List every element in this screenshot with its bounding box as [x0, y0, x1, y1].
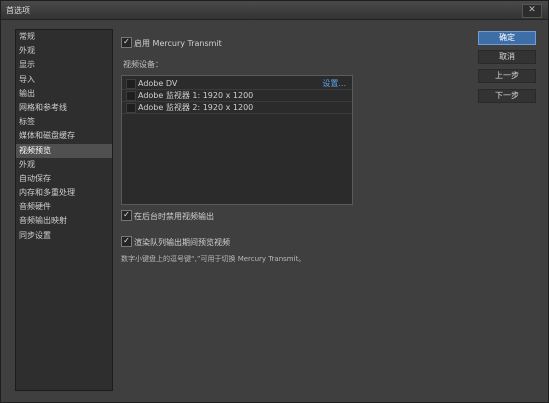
device-row: Adobe 监视器 2: 1920 x 1200 — [122, 102, 352, 113]
device-row: Adobe DV 设置... — [122, 78, 352, 89]
category-item-media-cache[interactable]: 媒体和磁盘缓存 — [16, 129, 112, 143]
device-settings-link[interactable]: 设置... — [322, 78, 346, 89]
category-item-memory[interactable]: 内存和多重处理 — [16, 186, 112, 200]
category-item-autosave[interactable]: 自动保存 — [16, 172, 112, 186]
device-row: Adobe 监视器 1: 1920 x 1200 — [122, 90, 352, 101]
preferences-window: 首选项 ✕ 常规 外观 显示 导入 输出 网格和参考线 标签 媒体和磁盘缓存 视… — [0, 0, 549, 403]
disable-background-checkbox[interactable]: ✓ — [121, 210, 132, 221]
enable-mercury-checkbox[interactable]: ✓ — [121, 37, 132, 48]
render-queue-preview-label: 渲染队列输出期间预览视频 — [134, 238, 230, 247]
ok-button[interactable]: 确定 — [478, 31, 536, 45]
device-name: Adobe DV — [138, 79, 178, 88]
next-button[interactable]: 下一步 — [478, 89, 536, 103]
device-checkbox[interactable] — [126, 79, 136, 89]
enable-mercury-label: 启用 Mercury Transmit — [134, 39, 222, 48]
category-item-import[interactable]: 导入 — [16, 73, 112, 87]
video-preview-panel: ✓ 启用 Mercury Transmit 视频设备： Adobe DV 设置.… — [113, 29, 465, 389]
previous-button[interactable]: 上一步 — [478, 69, 536, 83]
device-name: Adobe 监视器 1: 1920 x 1200 — [138, 91, 254, 100]
category-item-appearance[interactable]: 外观 — [16, 44, 112, 58]
category-item-output[interactable]: 输出 — [16, 87, 112, 101]
device-checkbox[interactable] — [126, 103, 136, 113]
device-name: Adobe 监视器 2: 1920 x 1200 — [138, 103, 254, 112]
category-item-grids[interactable]: 网格和参考线 — [16, 101, 112, 115]
category-item-display[interactable]: 显示 — [16, 58, 112, 72]
disable-background-label: 在后台时禁用视频输出 — [134, 212, 214, 221]
category-item-video-preview[interactable]: 视频预览 — [16, 143, 112, 158]
category-item-appearance-2[interactable]: 外观 — [16, 158, 112, 172]
device-checkbox[interactable] — [126, 91, 136, 101]
render-queue-preview-checkbox[interactable]: ✓ — [121, 236, 132, 247]
row-divider — [122, 113, 352, 114]
mercury-toggle-note: 数字小键盘上的逗号键“,”可用于切换 Mercury Transmit。 — [121, 255, 306, 263]
category-item-sync-settings[interactable]: 同步设置 — [16, 229, 112, 243]
category-item-general[interactable]: 常规 — [16, 30, 112, 44]
cancel-button[interactable]: 取消 — [478, 50, 536, 64]
video-devices-label: 视频设备： — [123, 60, 163, 69]
category-list: 常规 外观 显示 导入 输出 网格和参考线 标签 媒体和磁盘缓存 视频预览 外观… — [15, 29, 113, 391]
title-bar: 首选项 ✕ — [1, 1, 548, 20]
category-item-labels[interactable]: 标签 — [16, 115, 112, 129]
category-item-audio-hardware[interactable]: 音频硬件 — [16, 200, 112, 214]
close-button[interactable]: ✕ — [522, 4, 542, 18]
video-device-list: Adobe DV 设置... Adobe 监视器 1: 1920 x 1200 … — [121, 75, 353, 205]
window-title: 首选项 — [6, 6, 30, 15]
category-item-audio-output-mapping[interactable]: 音频输出映射 — [16, 214, 112, 228]
